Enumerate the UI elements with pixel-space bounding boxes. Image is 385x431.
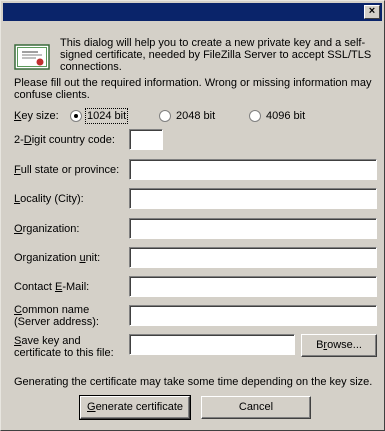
- close-button[interactable]: ×: [364, 5, 380, 19]
- common-name-input[interactable]: [129, 305, 377, 326]
- country-code-label: 2-Digit country code:: [14, 134, 115, 146]
- key-size-2048-radio[interactable]: [159, 110, 171, 122]
- create-certificate-dialog: × This dialog will help you to create a …: [0, 0, 385, 431]
- generation-note: Generating the certificate may take some…: [14, 376, 373, 388]
- organization-unit-input[interactable]: [129, 247, 377, 268]
- state-input[interactable]: [129, 159, 377, 180]
- title-bar: ×: [3, 3, 382, 21]
- cancel-button[interactable]: Cancel: [201, 396, 311, 419]
- browse-button[interactable]: Browse...: [301, 334, 377, 357]
- state-label: Full state or province:: [14, 164, 120, 176]
- email-input[interactable]: [129, 276, 377, 297]
- email-label: Contact E-Mail:: [14, 281, 90, 293]
- key-size-1024-label[interactable]: 1024 bit: [84, 108, 129, 124]
- key-size-2048-label[interactable]: 2048 bit: [176, 110, 215, 122]
- save-file-input[interactable]: [129, 334, 295, 355]
- locality-label: Locality (City):: [14, 193, 84, 205]
- save-file-label: Save key and certificate to this file:: [14, 335, 114, 359]
- certificate-icon: [14, 44, 50, 70]
- radio-selected-dot: [74, 114, 78, 118]
- common-name-label: Common name (Server address):: [14, 304, 99, 328]
- key-size-label-text: ey size:: [21, 110, 59, 122]
- locality-input[interactable]: [129, 188, 377, 209]
- key-size-4096-label[interactable]: 4096 bit: [266, 110, 305, 122]
- intro-text: This dialog will help you to create a ne…: [60, 37, 372, 73]
- key-size-4096-radio[interactable]: [249, 110, 261, 122]
- key-size-1024-radio[interactable]: [70, 110, 82, 122]
- organization-label: Organization:: [14, 223, 80, 235]
- organization-unit-label: Organization unit:: [14, 252, 101, 264]
- generate-certificate-button[interactable]: Generate certificate: [79, 395, 191, 420]
- country-code-input[interactable]: [129, 129, 163, 150]
- organization-input[interactable]: [129, 218, 377, 239]
- required-info-text: Please fill out the required information…: [14, 77, 372, 101]
- key-size-label: Key size:: [14, 110, 59, 122]
